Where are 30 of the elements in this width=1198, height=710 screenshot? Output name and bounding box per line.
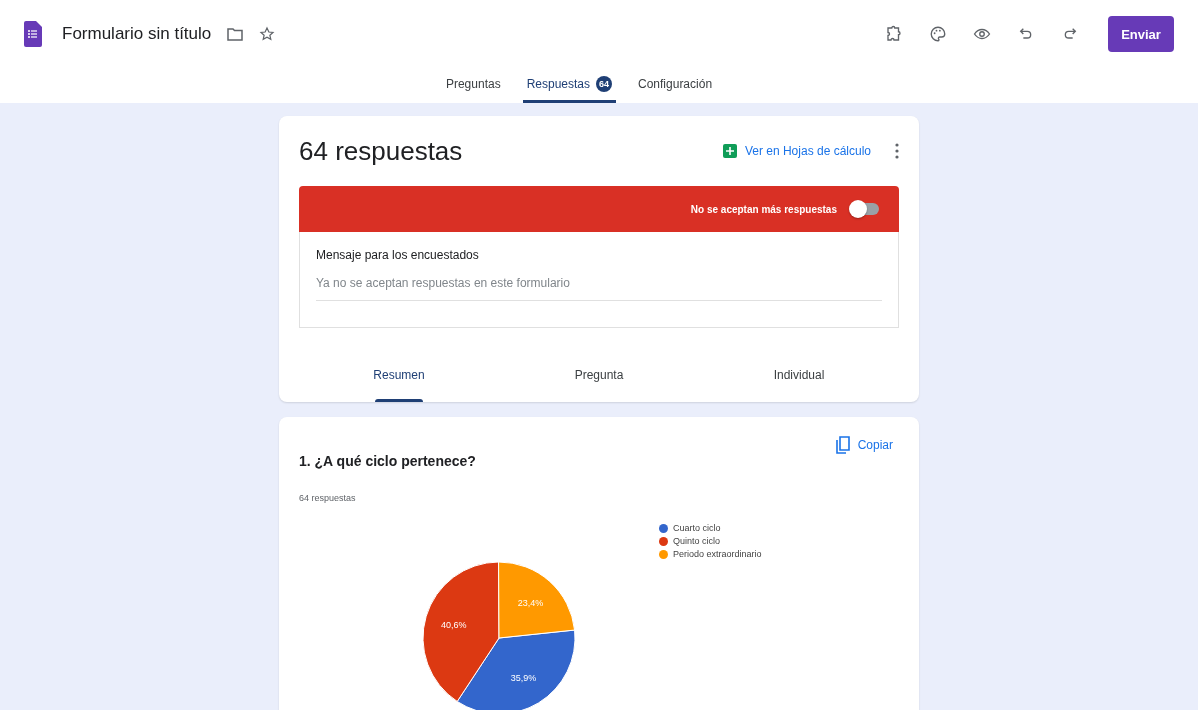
view-tab[interactable]: Resumen [299,346,499,402]
response-count: 64 respuestas [299,493,357,503]
responses-title: 64 respuestas [299,135,463,167]
tab[interactable]: Preguntas [441,68,505,103]
tab[interactable]: Configuración [634,68,717,103]
question-title: 1. ¿A qué ciclo pertenece? [299,453,476,469]
slice-label: 40,6% [441,619,467,630]
star-icon[interactable] [259,26,276,42]
form-title[interactable]: Formulario sin título [62,24,212,44]
accepting-switch[interactable] [849,200,881,218]
tab[interactable]: Respuestas 64 [522,68,616,103]
message-label: Mensaje para los encuestados [316,248,480,262]
count-badge: 64 [596,76,612,92]
legend-item: Cuarto ciclo [659,523,762,533]
legend-item: Quinto ciclo [659,536,762,546]
more-icon[interactable] [895,143,899,159]
folder-icon[interactable] [227,27,244,41]
sheets-link[interactable]: Ver en Hojas de cálculo [744,144,871,158]
view-tab[interactable]: Pregunta [499,346,699,402]
slice-label: 35,9% [510,673,537,684]
copy-button[interactable]: Copiar [829,433,899,457]
sheets-icon[interactable] [722,144,737,158]
legend-item: Periodo extraordinario [659,549,762,559]
copy-icon [835,436,850,454]
slice-label: 23,4% [517,597,544,608]
send-button[interactable]: Enviar [1108,16,1174,52]
forms-logo-icon[interactable] [24,21,42,47]
view-tab[interactable]: Individual [699,346,899,402]
banner-label: No se aceptan más respuestas [690,203,837,215]
message-field[interactable]: Ya no se aceptan respuestas en este formulario [316,276,882,301]
